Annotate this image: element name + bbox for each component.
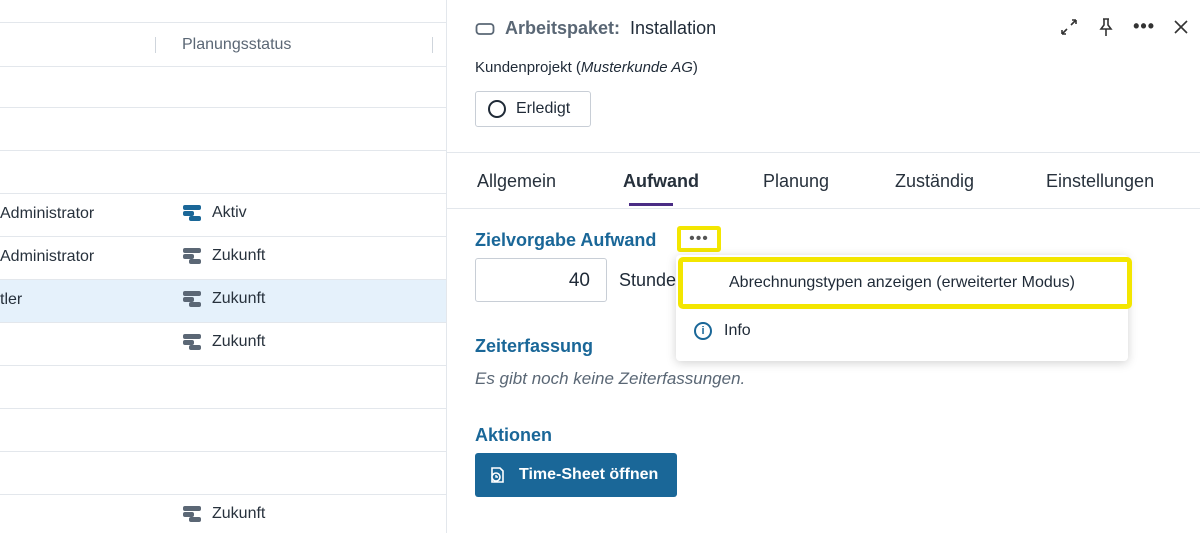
project-name: Kundenprojekt ( bbox=[475, 59, 581, 76]
expand-icon[interactable] bbox=[1059, 17, 1079, 37]
table-row[interactable] bbox=[0, 452, 446, 495]
table-row[interactable] bbox=[0, 409, 446, 452]
project-customer: Musterkunde AG bbox=[580, 59, 693, 76]
table-row[interactable]: Zukunft bbox=[0, 323, 446, 366]
assignee-cell: tler bbox=[0, 291, 23, 308]
table-row[interactable]: Administrator Zukunft bbox=[0, 237, 446, 280]
close-icon[interactable] bbox=[1173, 19, 1189, 35]
menu-item-show-billing-types[interactable]: Abrechnungstypen anzeigen (erweiterter M… bbox=[678, 257, 1132, 309]
target-effort-unit: Stunde bbox=[619, 270, 677, 290]
status-cell: Aktiv bbox=[182, 204, 247, 222]
planning-active-icon bbox=[183, 205, 201, 221]
status-label: Zukunft bbox=[212, 247, 266, 264]
planning-future-icon bbox=[183, 334, 201, 350]
planning-future-icon bbox=[183, 291, 201, 307]
table-header: Planungsstatus bbox=[0, 22, 446, 67]
info-icon: i bbox=[694, 322, 712, 340]
actions-heading: Aktionen bbox=[475, 425, 553, 445]
tab-zustaendig[interactable]: Zuständig bbox=[895, 171, 974, 192]
target-effort-heading: Zielvorgabe Aufwand bbox=[475, 230, 657, 250]
circle-icon bbox=[488, 100, 506, 118]
assignee-cell: Administrator bbox=[0, 205, 95, 222]
mark-done-button[interactable]: Erledigt bbox=[475, 91, 591, 127]
status-label: Zukunft bbox=[212, 333, 266, 350]
table-row[interactable] bbox=[0, 366, 446, 409]
status-cell: Zukunft bbox=[182, 333, 265, 351]
tab-aufwand[interactable]: Aufwand bbox=[623, 171, 699, 192]
time-tracking-empty-note: Es gibt noch keine Zeiterfassungen. bbox=[475, 369, 746, 388]
tab-allgemein[interactable]: Allgemein bbox=[477, 171, 556, 192]
planning-future-icon bbox=[183, 248, 201, 264]
panel-header-actions: ••• bbox=[1059, 16, 1200, 37]
project-suffix: ) bbox=[692, 59, 698, 76]
panel-title: Arbeitspaket: Installation bbox=[475, 18, 716, 39]
menu-item-info[interactable]: i Info bbox=[694, 322, 751, 340]
open-timesheet-label: Time-Sheet öffnen bbox=[519, 466, 659, 483]
work-package-type-icon bbox=[475, 22, 495, 35]
target-effort-input[interactable]: 40 bbox=[475, 258, 607, 302]
tab-planung[interactable]: Planung bbox=[763, 171, 829, 192]
tab-einstellungen[interactable]: Einstellungen bbox=[1046, 171, 1154, 192]
menu-item-info-label: Info bbox=[724, 322, 751, 339]
work-package-table: Planungsstatus Administrator Aktiv Admin… bbox=[0, 0, 446, 533]
mark-done-label: Erledigt bbox=[516, 100, 571, 117]
table-row-selected[interactable]: tler Zukunft bbox=[0, 280, 446, 323]
column-separator[interactable] bbox=[432, 37, 433, 53]
table-row[interactable] bbox=[0, 151, 446, 194]
work-package-name[interactable]: Installation bbox=[630, 18, 716, 39]
target-effort-more-button[interactable]: ••• bbox=[677, 226, 721, 252]
status-label: Zukunft bbox=[212, 290, 266, 307]
open-timesheet-button[interactable]: Time-Sheet öffnen bbox=[475, 453, 677, 497]
table-row[interactable] bbox=[0, 65, 446, 108]
table-row[interactable] bbox=[0, 108, 446, 151]
time-tracking-heading: Zeiterfassung bbox=[475, 336, 594, 356]
work-package-type: Arbeitspaket: bbox=[505, 18, 621, 38]
timesheet-icon bbox=[491, 467, 504, 483]
assignee-cell: Administrator bbox=[0, 248, 95, 265]
table-row[interactable]: Administrator Aktiv bbox=[0, 194, 446, 237]
active-tab-indicator bbox=[629, 203, 673, 206]
status-cell: Zukunft bbox=[182, 505, 265, 523]
column-separator[interactable] bbox=[155, 37, 156, 53]
status-label: Zukunft bbox=[212, 505, 266, 522]
panel-tabs: Allgemein Aufwand Planung Zuständig Eins… bbox=[447, 152, 1200, 209]
status-label: Aktiv bbox=[212, 204, 247, 221]
table-row[interactable]: Zukunft bbox=[0, 495, 446, 533]
status-cell: Zukunft bbox=[182, 247, 265, 265]
more-options-icon[interactable]: ••• bbox=[1133, 16, 1155, 37]
target-effort-dropdown-menu: Abrechnungstypen anzeigen (erweiterter M… bbox=[676, 255, 1132, 361]
project-info: Kundenprojekt (Musterkunde AG) bbox=[475, 59, 698, 76]
status-cell: Zukunft bbox=[182, 290, 265, 308]
pin-icon[interactable] bbox=[1097, 17, 1115, 37]
planning-future-icon bbox=[183, 506, 201, 522]
column-header-planungsstatus[interactable]: Planungsstatus bbox=[182, 36, 291, 54]
